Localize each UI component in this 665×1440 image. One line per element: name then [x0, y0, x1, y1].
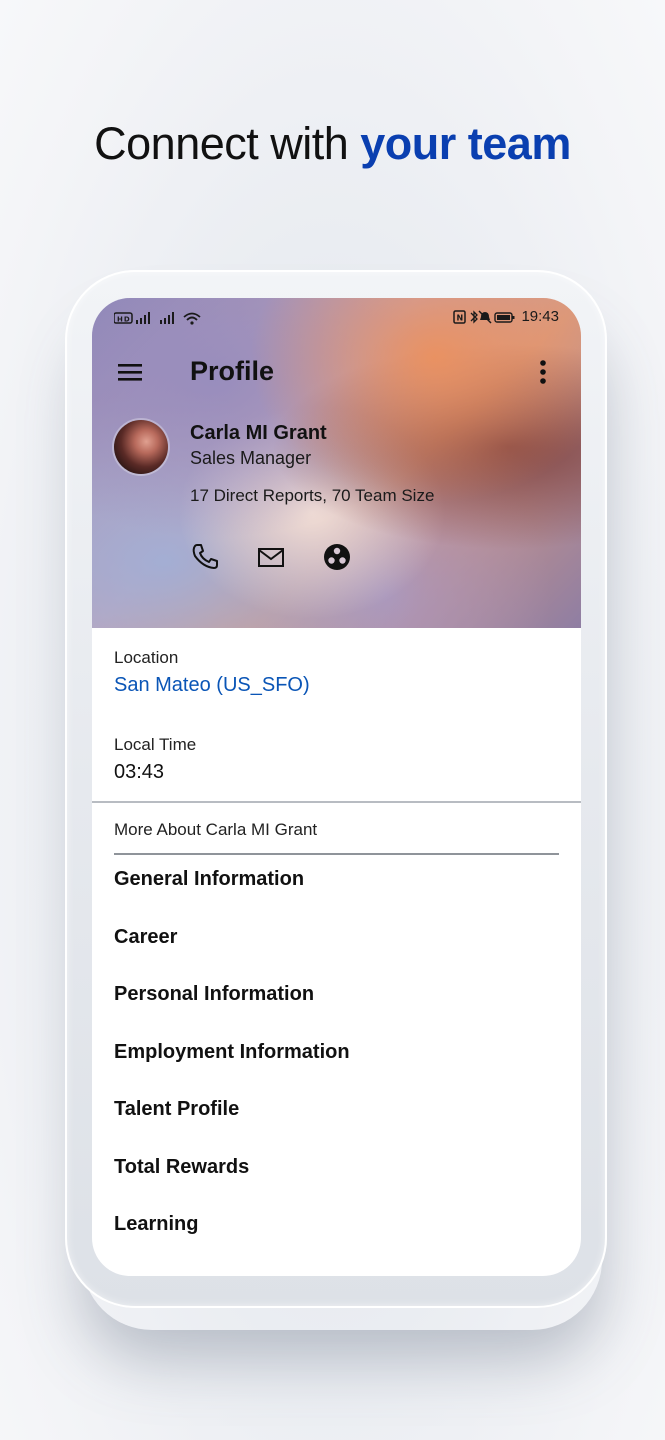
- phone-screen: HD N 19:43 Profile Carla MI Grant Sales …: [92, 298, 581, 1276]
- contact-actions: [190, 542, 352, 572]
- phone-icon[interactable]: [190, 542, 220, 572]
- location-label: Location: [114, 648, 179, 667]
- org-chart-icon[interactable]: [322, 542, 352, 572]
- system-status-icons: N: [453, 309, 515, 324]
- svg-text:HD: HD: [117, 316, 131, 324]
- headline: Connect with your team: [0, 118, 665, 170]
- location-block: Location San Mateo (US_SFO): [114, 648, 310, 697]
- page-title: Profile: [190, 356, 275, 386]
- avatar[interactable]: [114, 420, 168, 474]
- local-time-label: Local Time: [114, 735, 197, 754]
- hamburger-menu-icon[interactable]: [116, 358, 144, 386]
- status-time: 19:43: [521, 308, 559, 325]
- section-learning[interactable]: Learning: [114, 1213, 350, 1271]
- divider: [92, 801, 581, 803]
- status-right-group: N 19:43: [453, 308, 559, 325]
- status-bar: HD N 19:43: [92, 298, 581, 336]
- headline-accent-text: your team: [360, 118, 571, 169]
- network-status-icons: HD: [113, 312, 201, 325]
- section-talent-profile[interactable]: Talent Profile: [114, 1098, 350, 1156]
- more-vertical-icon[interactable]: [531, 358, 555, 386]
- divider: [114, 853, 559, 855]
- app-bar: Profile: [92, 346, 581, 398]
- local-time-value: 03:43: [114, 761, 165, 783]
- svg-text:N: N: [457, 313, 464, 322]
- section-employment-information[interactable]: Employment Information: [114, 1041, 350, 1099]
- profile-job-title: Sales Manager: [190, 448, 312, 468]
- section-general-information[interactable]: General Information: [114, 868, 350, 926]
- section-total-rewards[interactable]: Total Rewards: [114, 1156, 350, 1214]
- signal-indicators: HD: [113, 310, 222, 329]
- location-link[interactable]: San Mateo (US_SFO): [114, 674, 310, 697]
- section-personal-information[interactable]: Personal Information: [114, 983, 350, 1041]
- profile-name: Carla MI Grant: [190, 422, 327, 444]
- profile-sections-list: General Information Career Personal Info…: [114, 868, 350, 1271]
- local-time-block: Local Time 03:43: [114, 735, 196, 784]
- team-size-info[interactable]: 17 Direct Reports, 70 Team Size: [190, 486, 434, 506]
- email-icon[interactable]: [256, 542, 286, 572]
- headline-text: Connect with: [94, 118, 361, 169]
- section-career[interactable]: Career: [114, 926, 350, 984]
- more-about-heading: More About Carla MI Grant: [114, 820, 318, 839]
